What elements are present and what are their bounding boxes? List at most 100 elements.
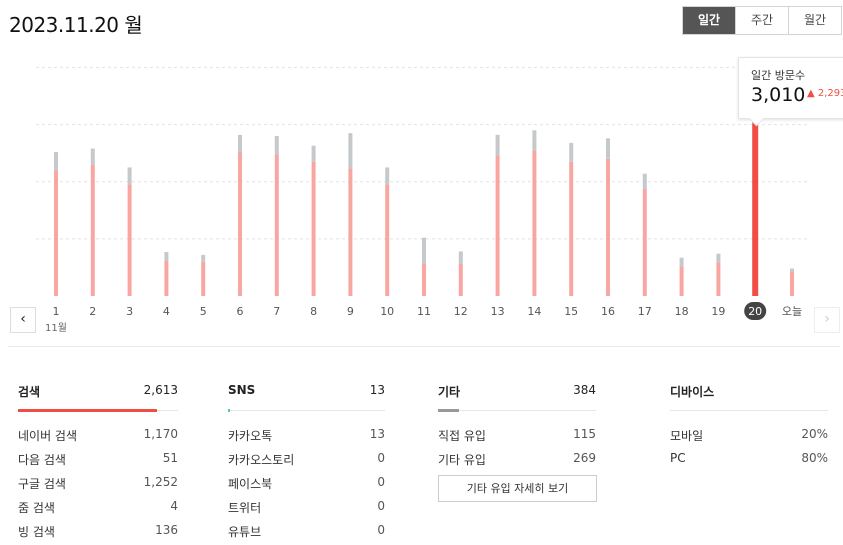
- bar-11: [422, 264, 426, 296]
- etc-detail-button[interactable]: 기타 유입 자세히 보기: [438, 475, 597, 502]
- x-tick-label: 15: [564, 305, 578, 318]
- sns-panel: SNS 13 카카오톡 13 카카오스토리 0 페이스북 0 트위터 0 유튜브 0: [228, 383, 385, 539]
- x-tick-label: 10: [380, 305, 394, 318]
- chart-tooltip: 일간 방문수 3,010 ▲ 2,293: [738, 57, 843, 127]
- list-item: 트위터 0: [228, 499, 385, 515]
- bar-13: [495, 155, 500, 296]
- list-item: 빙 검색 136: [18, 523, 178, 539]
- panel-track: [438, 410, 596, 411]
- list-item: 페이스북 0: [228, 475, 385, 491]
- bar-3: [127, 184, 132, 296]
- search-panel: 검색 2,613 네이버 검색 1,170 다음 검색 51 구글 검색 1,252 …: [18, 383, 178, 539]
- bar-17: [642, 188, 647, 296]
- panel-header: 디바이스: [670, 383, 828, 403]
- bar-10: [385, 184, 390, 296]
- bar-5: [201, 261, 206, 296]
- x-tick-label: 19: [711, 305, 725, 318]
- x-tick-label: 9: [347, 305, 354, 318]
- panel-title: 기타: [438, 385, 461, 399]
- x-tick-label: 16: [601, 305, 615, 318]
- month-label: 11월: [45, 322, 67, 334]
- prev-period-button[interactable]: ‹: [10, 307, 36, 333]
- panel-progress-bar: [18, 409, 158, 412]
- bar-secondary-18: [679, 257, 684, 267]
- x-tick-label: 3: [126, 305, 133, 318]
- x-tick-label: 6: [237, 305, 244, 318]
- list-item: 카카오스토리 0: [228, 451, 385, 467]
- panel-total: 384: [573, 383, 596, 397]
- panel-title: 검색: [18, 385, 41, 399]
- list-item: PC 80%: [670, 451, 828, 465]
- panel-title: 디바이스: [670, 385, 715, 399]
- x-tick-label: 7: [273, 305, 280, 318]
- bar-15: [569, 161, 574, 296]
- tooltip-label: 일간 방문수: [751, 69, 806, 82]
- etc-panel: 기타 384 직접 유입 115 기타 유입 269 기타 유입 자세히 보기: [438, 383, 597, 502]
- x-tick-label: 20: [748, 305, 762, 318]
- x-tick-label: 12: [454, 305, 468, 318]
- list-item: 유튜브 0: [228, 523, 385, 539]
- bar-4: [164, 260, 169, 296]
- bar-6: [238, 152, 242, 296]
- tooltip-diff-value: 2,293: [817, 88, 843, 99]
- bar-18: [679, 266, 684, 296]
- list-item: 모바일 20%: [670, 427, 828, 443]
- tooltip-diff: ▲ 2,293: [807, 88, 843, 99]
- x-tick-label: 13: [491, 305, 505, 318]
- panel-total: 2,613: [143, 383, 178, 397]
- panel-title: SNS: [228, 383, 256, 397]
- list-item: 구글 검색 1,252: [18, 475, 178, 491]
- bar-secondary-16: [606, 138, 610, 159]
- bar-secondary-5: [201, 254, 206, 262]
- x-tick-label: 18: [675, 305, 689, 318]
- panel-total: 13: [369, 383, 385, 397]
- panel-progress-bar: [438, 409, 459, 412]
- x-tick-label: 8: [310, 305, 317, 318]
- bar-secondary-11: [422, 237, 426, 264]
- bar-secondary-1: [54, 152, 58, 171]
- visits-chart: 1 2 3 4 5 6 7 8 9 10 11 12 13 14 15 16 17 18 19 20 오늘11월: [36, 66, 808, 334]
- bar-secondary-12: [458, 251, 463, 264]
- panel-header: SNS 13: [228, 383, 385, 403]
- bar-오늘: [790, 272, 794, 296]
- x-tick-label: 2: [89, 305, 96, 318]
- bar-16: [606, 158, 610, 296]
- x-tick-label: 오늘: [782, 305, 802, 318]
- list-item: 네이버 검색 1,170: [18, 427, 178, 443]
- bar-19: [716, 262, 721, 296]
- bar-secondary-6: [238, 134, 242, 152]
- bar-secondary-14: [532, 130, 537, 151]
- chevron-left-icon: ‹: [20, 311, 26, 327]
- bar-secondary-9: [348, 133, 353, 169]
- chevron-right-icon: ›: [824, 311, 830, 327]
- bar-secondary-15: [569, 142, 574, 162]
- list-item: 줌 검색 4: [18, 499, 178, 515]
- up-arrow-icon: ▲: [807, 88, 815, 99]
- bar-2: [90, 164, 95, 296]
- bar-7: [274, 154, 279, 296]
- bar-12: [458, 264, 463, 296]
- bar-8: [311, 161, 316, 296]
- list-item: 카카오톡 13: [228, 427, 385, 443]
- bar-20: [752, 124, 759, 296]
- bar-secondary-13: [495, 134, 500, 156]
- next-period-button[interactable]: ›: [814, 307, 840, 333]
- panel-track: [228, 410, 385, 411]
- x-tick-label: 17: [638, 305, 652, 318]
- bar-secondary-3: [127, 167, 132, 185]
- bar-secondary-17: [642, 173, 647, 189]
- bar-9: [348, 168, 353, 296]
- bar-secondary-19: [716, 253, 721, 263]
- device-panel: 디바이스 모바일 20% PC 80%: [670, 383, 828, 465]
- panel-header: 검색 2,613: [18, 383, 178, 403]
- bar-secondary-2: [90, 148, 95, 165]
- bar-secondary-7: [274, 136, 279, 155]
- x-tick-label: 1: [53, 305, 60, 318]
- panel-header: 기타 384: [438, 383, 596, 403]
- bar-secondary-오늘: [790, 268, 794, 272]
- tooltip-value: 3,010: [751, 84, 806, 106]
- panel-track: [670, 410, 828, 411]
- panel-progress-bar: [228, 409, 230, 412]
- list-item: 다음 검색 51: [18, 451, 178, 467]
- section-divider: [8, 346, 840, 347]
